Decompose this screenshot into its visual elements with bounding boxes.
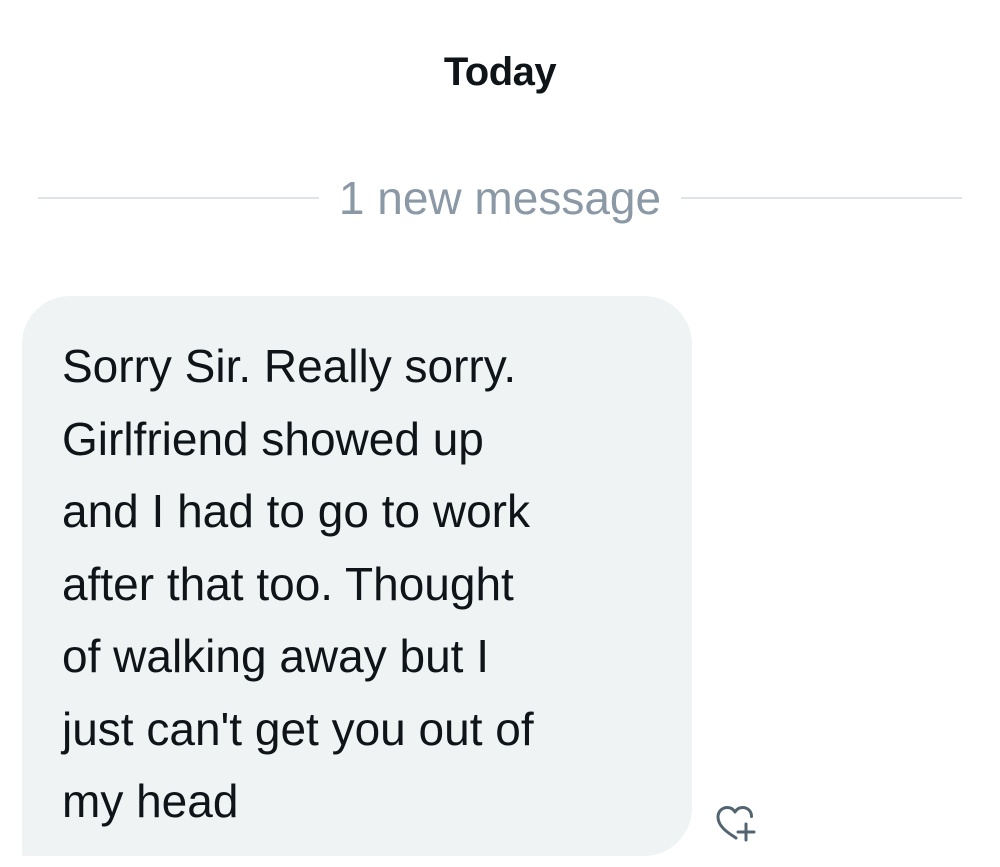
dm-conversation-screen: Today 1 new message Sorry Sir. Really so…: [0, 0, 1000, 867]
date-header: Today: [443, 50, 557, 94]
divider-line-right: [681, 197, 962, 199]
new-message-divider: 1 new message: [38, 170, 962, 226]
heart-plus-icon: [716, 806, 756, 842]
received-message-bubble[interactable]: Sorry Sir. Really sorry. Girlfriend show…: [22, 296, 692, 856]
new-message-label: 1 new message: [338, 172, 662, 224]
divider-line-left: [38, 197, 319, 199]
add-reaction-button[interactable]: [706, 800, 762, 848]
message-text: Sorry Sir. Really sorry. Girlfriend show…: [62, 340, 534, 827]
